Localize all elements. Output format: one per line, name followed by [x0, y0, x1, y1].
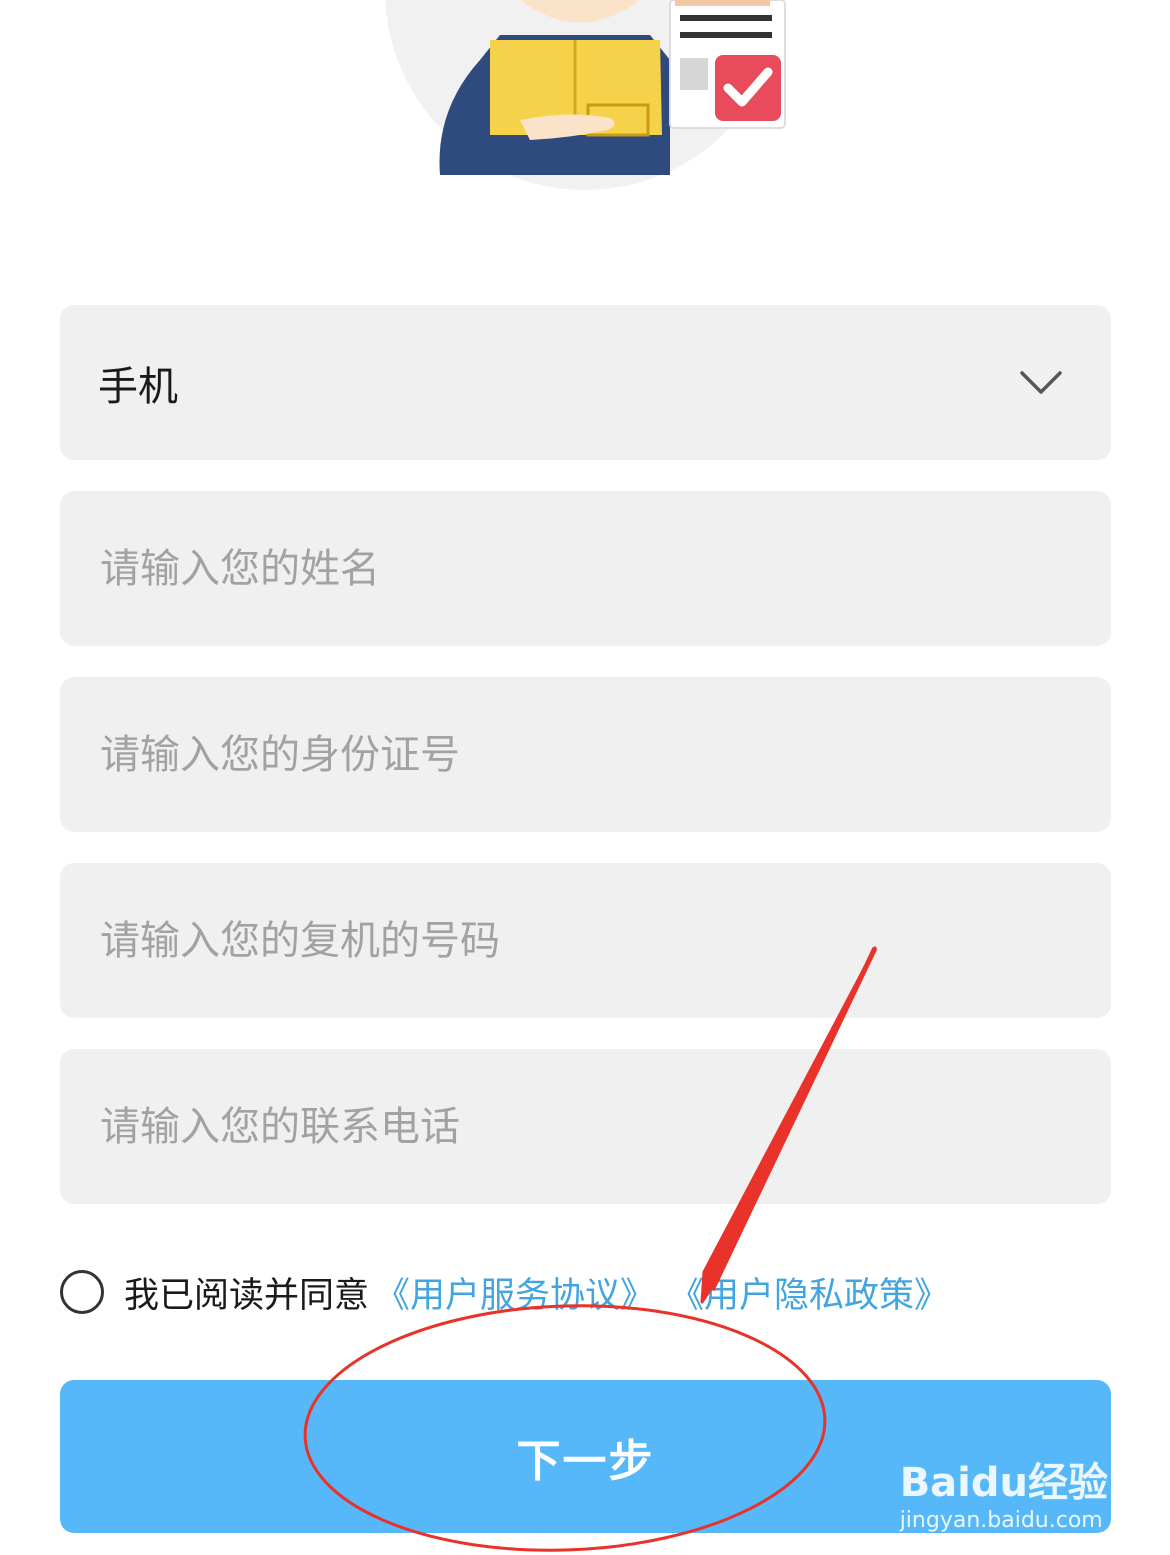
restore-number-field — [60, 862, 1111, 1019]
name-input[interactable] — [98, 490, 1063, 647]
privacy-policy-link[interactable]: 《用户隐私政策》 — [669, 1267, 949, 1318]
restore-number-input[interactable] — [98, 862, 1063, 1019]
id-number-input[interactable] — [98, 676, 1063, 833]
watermark-url: jingyan.baidu.com — [899, 1508, 1103, 1533]
baidu-watermark: Baidu经验 jingyan.baidu.com — [900, 1450, 1108, 1533]
type-select-value: 手机 — [98, 363, 178, 410]
service-agreement-link[interactable]: 《用户服务协议》 — [375, 1267, 655, 1318]
courier-illustration — [385, 0, 786, 190]
contact-phone-field — [60, 1048, 1111, 1205]
agreement-text: 我已阅读并同意 — [124, 1275, 370, 1316]
name-field — [60, 490, 1111, 647]
type-select[interactable]: 手机 — [60, 305, 1111, 460]
agree-radio[interactable] — [60, 1270, 104, 1314]
chevron-down-icon[interactable] — [1019, 368, 1063, 398]
agreement-row: 我已阅读并同意 《用户服务协议》 《用户隐私政策》 — [60, 1268, 963, 1316]
id-number-field — [60, 676, 1111, 833]
watermark-brand: Baidu经验 — [899, 1460, 1108, 1506]
contact-phone-input[interactable] — [98, 1048, 1063, 1205]
